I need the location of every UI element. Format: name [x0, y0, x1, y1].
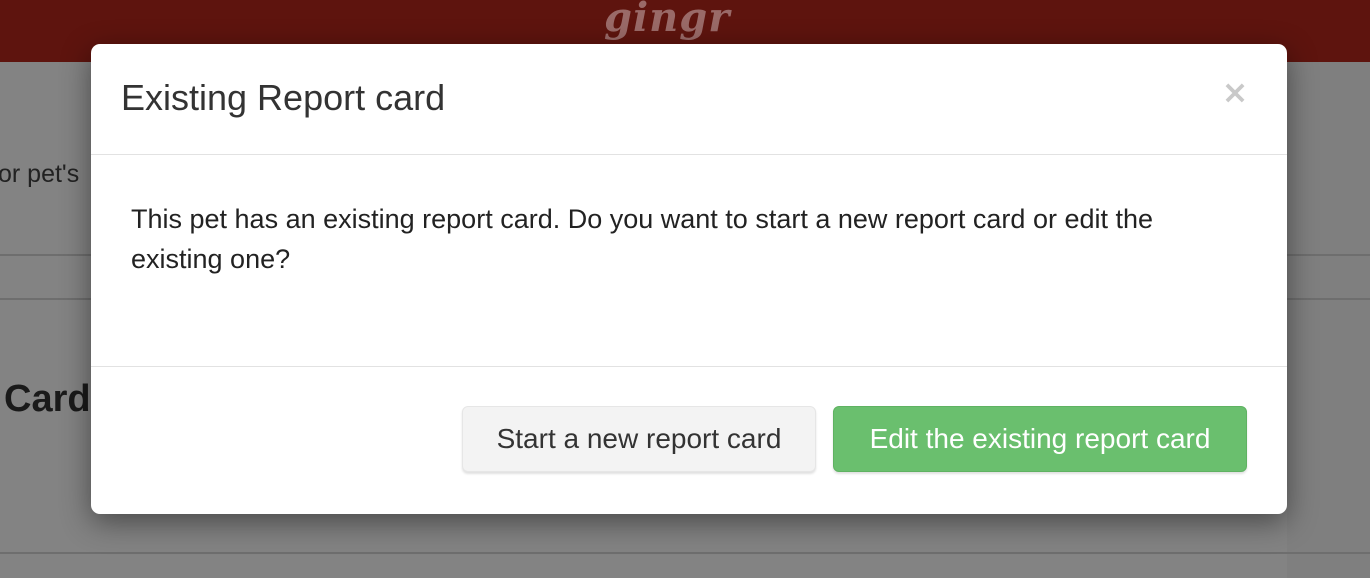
backdrop-right-strip	[1287, 62, 1370, 578]
gingr-logo: gingr	[604, 0, 731, 41]
close-icon[interactable]: ×	[1215, 70, 1255, 114]
background-heading: Card	[4, 378, 91, 420]
existing-report-card-dialog: Existing Report card × This pet has an e…	[91, 44, 1287, 514]
modal-footer: Start a new report card Edit the existin…	[91, 367, 1287, 514]
background-divider	[0, 552, 1370, 554]
modal-message: This pet has an existing report card. Do…	[131, 204, 1154, 274]
modal-title: Existing Report card	[121, 77, 446, 118]
start-new-report-card-button[interactable]: Start a new report card	[462, 406, 816, 472]
modal-header: Existing Report card ×	[91, 44, 1287, 155]
edit-existing-report-card-button[interactable]: Edit the existing report card	[833, 406, 1247, 472]
background-text: or pet's	[0, 160, 80, 188]
modal-body: This pet has an existing report card. Do…	[91, 155, 1287, 367]
